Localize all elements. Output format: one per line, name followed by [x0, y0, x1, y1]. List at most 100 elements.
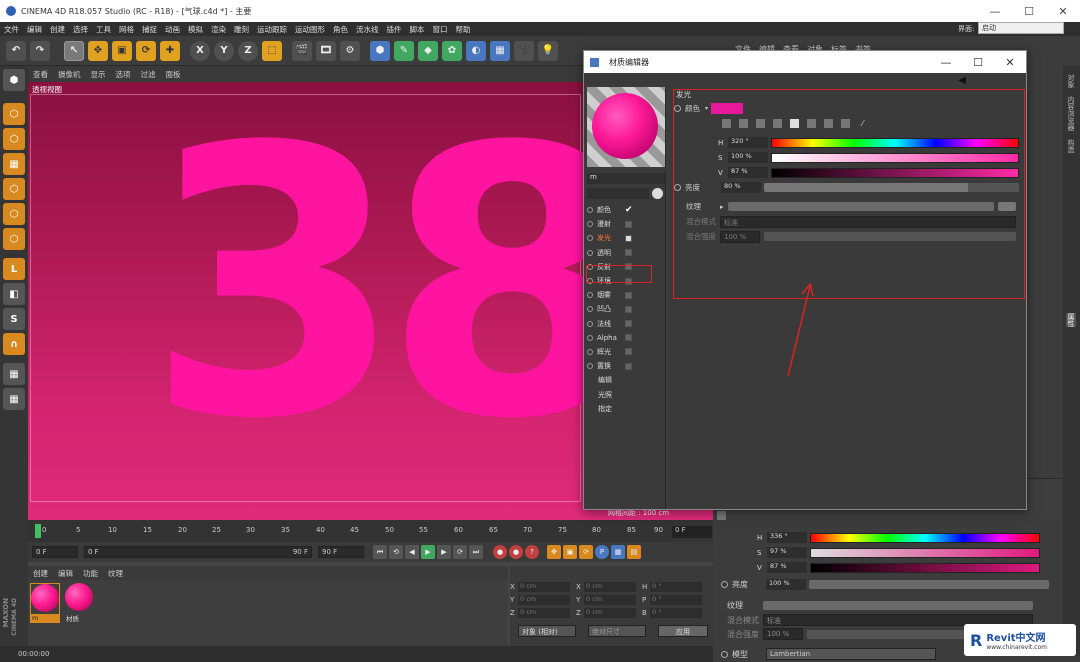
channel-alpha[interactable]: Alpha: [584, 331, 666, 345]
material-preview[interactable]: [587, 87, 665, 167]
goto-start-icon[interactable]: ⏮: [373, 545, 387, 559]
viewport-menu-display[interactable]: 显示: [86, 69, 111, 80]
pos-y-field[interactable]: 0 cm: [518, 594, 570, 605]
size-y-field[interactable]: 0 cm: [584, 594, 636, 605]
render-view-icon[interactable]: 🎬: [292, 40, 312, 61]
material-menu-function[interactable]: 功能: [78, 568, 103, 579]
menu-select[interactable]: 选择: [69, 24, 92, 35]
viewport-menu-panel[interactable]: 面板: [161, 69, 186, 80]
v-slider[interactable]: [810, 562, 1040, 573]
tweak-mode-icon[interactable]: ◧: [3, 283, 25, 305]
key-rotation-icon[interactable]: ⟳: [579, 545, 593, 559]
spline-pen-icon[interactable]: ✎: [394, 40, 414, 61]
key-scale-icon[interactable]: ▣: [563, 545, 577, 559]
menu-motion-tracking[interactable]: 运动跟踪: [253, 24, 291, 35]
rot-h-field[interactable]: 0 °: [650, 581, 702, 592]
key-pla-icon[interactable]: ▦: [611, 545, 625, 559]
channel-color[interactable]: 颜色 ✔: [584, 203, 666, 217]
dialog-minimize-button[interactable]: —: [930, 56, 962, 69]
material-item[interactable]: m: [30, 583, 60, 623]
channel-luminance[interactable]: 发光: [584, 231, 666, 245]
channel-assignment[interactable]: 指定: [584, 402, 666, 416]
apply-button[interactable]: 应用: [658, 625, 708, 637]
select-tool-icon[interactable]: ↖: [64, 40, 84, 61]
move-tool-icon[interactable]: ✥: [88, 40, 108, 61]
channel-bump[interactable]: 凹凸: [584, 302, 666, 316]
deformer-icon[interactable]: ◐: [466, 40, 486, 61]
vtab-objects[interactable]: 对象: [1066, 74, 1076, 88]
rot-b-field[interactable]: 0 °: [650, 607, 702, 618]
channel-transparency[interactable]: 透明: [584, 246, 666, 260]
layout-select[interactable]: 启动: [978, 22, 1064, 34]
mograph-cloner-icon[interactable]: ✿: [442, 40, 462, 61]
close-button[interactable]: ✕: [1046, 5, 1080, 18]
menu-mograph[interactable]: 运动图形: [291, 24, 329, 35]
play-icon[interactable]: ▶: [421, 545, 435, 559]
brightness-field[interactable]: 100 %: [766, 578, 806, 590]
menu-animate[interactable]: 动画: [161, 24, 184, 35]
rot-p-field[interactable]: 0 °: [650, 594, 702, 605]
material-name-field[interactable]: m: [587, 173, 665, 184]
frame-range-slider[interactable]: 0 F 90 F: [84, 546, 312, 558]
channel-editor[interactable]: 编辑: [584, 373, 666, 387]
prev-key-icon[interactable]: ⟲: [389, 545, 403, 559]
redo-icon[interactable]: ↷: [30, 40, 50, 61]
timeline[interactable]: 0 5 10 15 20 25 30 35 40 45 50 55 60 65 …: [28, 520, 713, 542]
h-slider[interactable]: [810, 532, 1040, 543]
minimize-button[interactable]: —: [978, 5, 1012, 18]
model-mode-icon[interactable]: ⬡: [3, 103, 25, 125]
menu-snap[interactable]: 捕捉: [138, 24, 161, 35]
back-arrow-icon[interactable]: ◀: [958, 75, 966, 86]
subdivision-icon[interactable]: ◆: [418, 40, 438, 61]
render-picture-viewer-icon[interactable]: 🎞: [316, 40, 336, 61]
size-z-field[interactable]: 0 cm: [584, 607, 636, 618]
maximize-button[interactable]: ☐: [1012, 5, 1046, 18]
menu-script[interactable]: 脚本: [406, 24, 429, 35]
key-param-button[interactable]: P: [595, 545, 609, 559]
s-slider[interactable]: [810, 547, 1040, 558]
menu-pipeline[interactable]: 流水线: [352, 24, 383, 35]
channel-displacement[interactable]: 置换: [584, 359, 666, 373]
vtab-attributes[interactable]: 属性: [1066, 313, 1076, 327]
dialog-close-button[interactable]: ✕: [994, 56, 1026, 69]
record-keys-icon[interactable]: ●: [493, 545, 507, 559]
dialog-maximize-button[interactable]: ☐: [962, 56, 994, 69]
undo-icon[interactable]: ↶: [6, 40, 26, 61]
pos-z-field[interactable]: 0 cm: [518, 607, 570, 618]
channel-glow[interactable]: 辉光: [584, 345, 666, 359]
light-icon[interactable]: 💡: [538, 40, 558, 61]
coordinate-system-icon[interactable]: ⬚: [262, 40, 282, 61]
h-value-field[interactable]: 336 °: [767, 532, 807, 543]
menu-file[interactable]: 文件: [0, 24, 23, 35]
planar-workplane-icon[interactable]: ▦: [3, 388, 25, 410]
goto-end-icon[interactable]: ⏭: [469, 545, 483, 559]
model-select[interactable]: Lambertian: [766, 648, 936, 660]
next-frame-icon[interactable]: ▶: [437, 545, 451, 559]
menu-simulate[interactable]: 模拟: [184, 24, 207, 35]
next-key-icon[interactable]: ⟳: [453, 545, 467, 559]
floor-icon[interactable]: ▦: [490, 40, 510, 61]
menu-render[interactable]: 渲染: [207, 24, 230, 35]
magnet-icon[interactable]: ∩: [3, 333, 25, 355]
snap-icon[interactable]: S: [3, 308, 25, 330]
autokey-icon[interactable]: ●: [509, 545, 523, 559]
menu-plugins[interactable]: 插件: [383, 24, 406, 35]
material-item[interactable]: 材质: [64, 583, 94, 623]
menu-edit[interactable]: 编辑: [23, 24, 46, 35]
axis-mode-icon[interactable]: L: [3, 258, 25, 280]
channel-diffusion[interactable]: 漫射: [584, 217, 666, 231]
vtab-structure[interactable]: 构造: [1066, 139, 1076, 153]
channel-illumination[interactable]: 光照: [584, 387, 666, 401]
blend-strength-field[interactable]: 100 %: [763, 628, 803, 640]
color-picker-icon[interactable]: [717, 511, 726, 520]
material-menu-texture[interactable]: 纹理: [103, 568, 128, 579]
vtab-content-browser[interactable]: 内容浏览器: [1066, 96, 1076, 131]
material-menu-edit[interactable]: 编辑: [53, 568, 78, 579]
material-name-secondary[interactable]: [587, 188, 649, 199]
start-frame-field[interactable]: 0 F: [32, 546, 78, 558]
viewport[interactable]: 透视视图 38: [28, 82, 583, 520]
brightness-radio[interactable]: [721, 580, 728, 588]
pos-x-field[interactable]: 0 cm: [518, 581, 570, 592]
channel-fog[interactable]: 烟雾: [584, 288, 666, 302]
menu-tools[interactable]: 工具: [92, 24, 115, 35]
